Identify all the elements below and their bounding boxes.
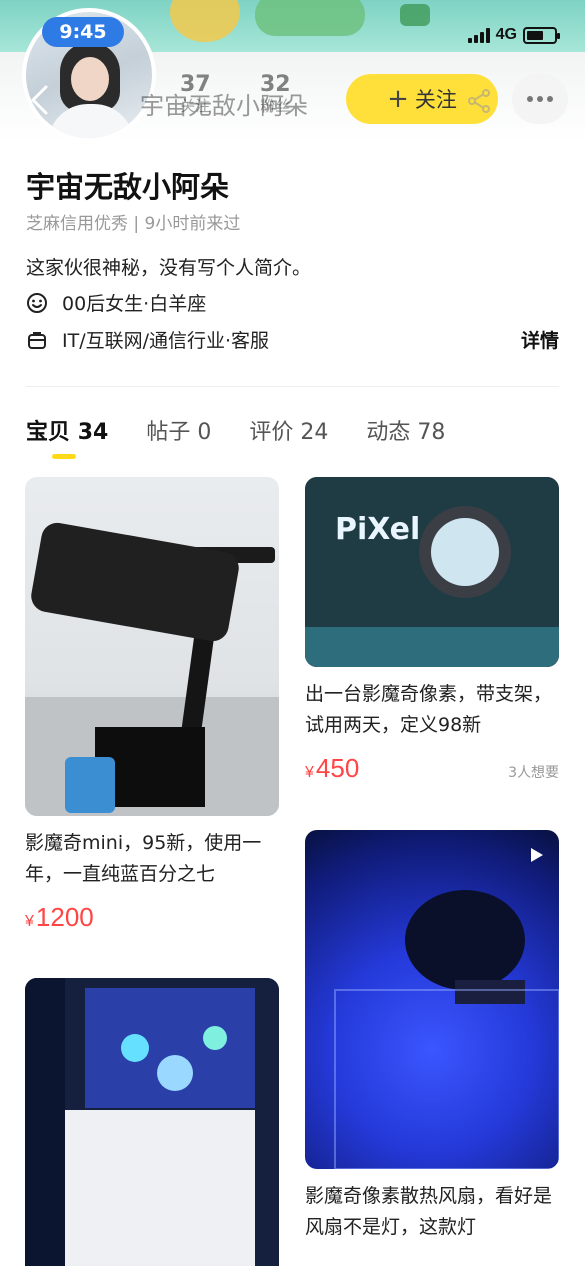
product-title: 影魔奇像素散热风扇，看好是风扇不是灯，这款灯 — [305, 1185, 553, 1238]
divider — [26, 386, 559, 387]
tab-label: 动态 — [366, 420, 411, 445]
product-image[interactable]: PiXel — [305, 477, 559, 667]
status-indicators: 4G — [467, 26, 560, 44]
profile-details-link[interactable]: 详情 — [521, 326, 559, 353]
more-dot-icon — [527, 96, 533, 102]
tab-activity[interactable]: 动态 78 — [366, 414, 445, 446]
price-row: ¥ — [305, 1255, 559, 1266]
profile-nickname: 宇宙无敌小阿朵 — [26, 170, 230, 204]
signal-icon — [467, 27, 490, 43]
tab-count: 0 — [197, 420, 212, 445]
product-image[interactable] — [25, 477, 279, 816]
aquarium-image — [25, 978, 279, 1266]
price-row: ¥1200 — [25, 902, 279, 933]
network-type: 4G — [495, 26, 517, 43]
job-info-text: IT/互联网/通信行业·客服 — [62, 330, 270, 352]
battery-icon — [523, 26, 560, 44]
product-title: 出一台影魔奇像素，带支架，试用两天，定义98新 — [305, 683, 553, 736]
product-card[interactable] — [25, 978, 279, 1266]
product-image[interactable] — [25, 978, 279, 1266]
product-card[interactable]: 影魔奇mini，95新，使用一年，一直纯蓝百分之七 ¥1200 — [25, 477, 279, 933]
tab-posts[interactable]: 帖子 0 — [146, 414, 211, 446]
job-info-row: IT/互联网/通信行业·客服 — [26, 326, 269, 353]
product-price: ¥ — [305, 1255, 316, 1266]
status-time: 9:45 — [42, 17, 124, 47]
led-fixture-image — [25, 522, 279, 816]
product-image[interactable] — [305, 830, 559, 1169]
tab-count: 24 — [300, 420, 329, 445]
tab-reviews[interactable]: 评价 24 — [249, 414, 328, 446]
box-brand-text: PiXel — [335, 512, 420, 547]
tab-label: 帖子 — [146, 420, 191, 445]
tab-count: 78 — [417, 420, 446, 445]
banner-decoration — [255, 0, 365, 36]
video-play-icon — [531, 848, 543, 862]
product-price: ¥450 — [305, 753, 360, 783]
more-options-button[interactable] — [512, 74, 568, 124]
gender-info-row: 00后女生·白羊座 — [26, 289, 206, 316]
smiley-icon — [27, 292, 47, 313]
banner-decoration — [400, 4, 430, 26]
price-row: ¥450 3人想要 — [305, 753, 559, 784]
profile-tabs: 宝贝 34 帖子 0 评价 24 动态 78 — [26, 414, 445, 459]
more-dot-icon — [547, 96, 553, 102]
product-card[interactable]: 影魔奇像素散热风扇，看好是风扇不是灯，这款灯 ¥ — [305, 830, 559, 1266]
briefcase-icon — [28, 331, 46, 349]
product-box-image: PiXel — [305, 477, 559, 667]
product-card[interactable]: PiXel 出一台影魔奇像素，带支架，试用两天，定义98新 ¥450 3人想要 — [305, 477, 559, 784]
tab-items[interactable]: 宝贝 34 — [26, 414, 109, 459]
product-title: 影魔奇mini，95新，使用一年，一直纯蓝百分之七 — [25, 832, 262, 885]
tab-label: 评价 — [249, 420, 294, 445]
blue-light-image — [334, 890, 559, 1169]
profile-bio: 这家伙很神秘，没有写个人简介。 — [26, 257, 312, 279]
wants-count: 3人想要 — [508, 765, 559, 781]
more-dot-icon — [537, 96, 543, 102]
share-icon[interactable] — [466, 88, 492, 114]
tab-label: 宝贝 — [26, 420, 71, 445]
back-arrow-icon[interactable] — [28, 84, 50, 116]
follow-button-label: 关注 — [414, 88, 457, 112]
tab-count: 34 — [77, 420, 109, 445]
header-title: 宇宙无敌小阿朵 — [140, 92, 308, 120]
plus-icon: + — [387, 84, 409, 114]
product-price: ¥1200 — [25, 902, 94, 932]
gender-info-text: 00后女生·白羊座 — [62, 293, 207, 315]
banner-decoration — [170, 0, 240, 42]
active-tab-indicator — [52, 454, 76, 459]
profile-meta: 芝麻信用优秀 | 9小时前来过 — [26, 214, 241, 234]
